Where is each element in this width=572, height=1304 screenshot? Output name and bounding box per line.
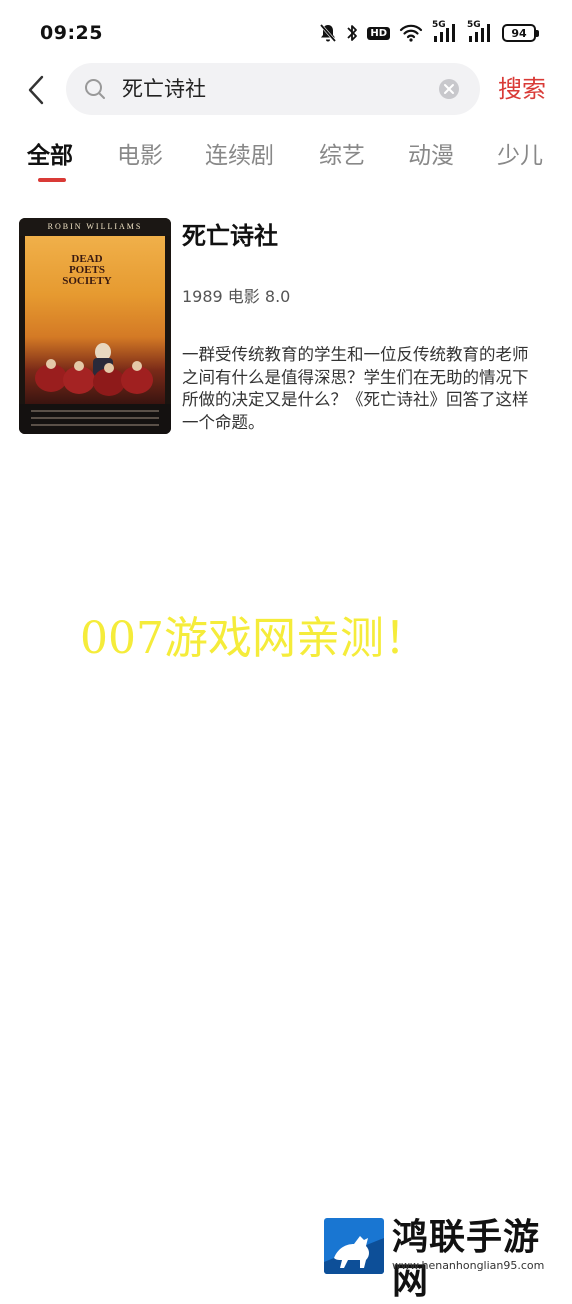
- movie-description: 一群受传统教育的学生和一位反传统教育的老师之间有什么是值得深思？学生们在无助的情…: [182, 345, 529, 432]
- poster-actor-text: ROBIN WILLIAMS: [47, 222, 143, 231]
- clear-icon[interactable]: [438, 78, 460, 100]
- signal-icon-1: 5G: [432, 20, 458, 44]
- signal-icon-2: 5G: [467, 20, 493, 44]
- poster-credits: [19, 404, 171, 434]
- movie-title[interactable]: 死亡诗社: [182, 220, 278, 252]
- tab-movies[interactable]: 电影: [117, 140, 163, 172]
- mute-bell-icon: [320, 24, 337, 42]
- tab-kids[interactable]: 少儿: [497, 140, 543, 172]
- movie-meta: 1989 电影 8.0: [182, 287, 291, 306]
- search-button[interactable]: 搜索: [498, 73, 546, 105]
- poster-title: DEAD POETS SOCIETY: [62, 253, 112, 287]
- poster-header: ROBIN WILLIAMS: [19, 218, 171, 236]
- watermark-url: www.henanhonglian95.com: [392, 1259, 545, 1272]
- tab-all[interactable]: 全部: [27, 140, 73, 172]
- chevron-left-icon: [28, 75, 44, 105]
- movie-poster[interactable]: ROBIN WILLIAMS DEAD POETS SOCIETY: [19, 218, 171, 434]
- horse-logo-icon: [324, 1218, 384, 1274]
- status-icons: HD 5G 5G 94: [319, 20, 539, 46]
- status-bar: 09:25 HD 5G 5G 94: [0, 0, 572, 66]
- watermark-overlay-text: 007游戏网亲测！: [80, 613, 428, 664]
- tab-series[interactable]: 连续剧: [205, 140, 274, 172]
- tab-indicator: [38, 178, 66, 182]
- category-tabs: 全部 电影 连续剧 综艺 动漫 少儿: [0, 134, 572, 190]
- wifi-icon: [399, 24, 423, 42]
- hd-icon: HD: [367, 26, 390, 40]
- battery-level: 94: [511, 26, 527, 40]
- battery-icon: 94: [502, 24, 539, 42]
- tab-anime[interactable]: 动漫: [408, 140, 454, 172]
- status-time: 09:25: [40, 22, 103, 44]
- result-item[interactable]: ROBIN WILLIAMS DEAD POETS SOCIETY 死亡诗社 1…: [19, 218, 554, 434]
- search-query[interactable]: 死亡诗社: [122, 75, 206, 103]
- poster-figures: [35, 343, 153, 396]
- bluetooth-icon: [347, 25, 358, 41]
- search-icon: [85, 79, 105, 99]
- back-button[interactable]: [16, 66, 56, 114]
- search-input[interactable]: 死亡诗社: [66, 63, 480, 115]
- tab-variety[interactable]: 综艺: [319, 140, 365, 172]
